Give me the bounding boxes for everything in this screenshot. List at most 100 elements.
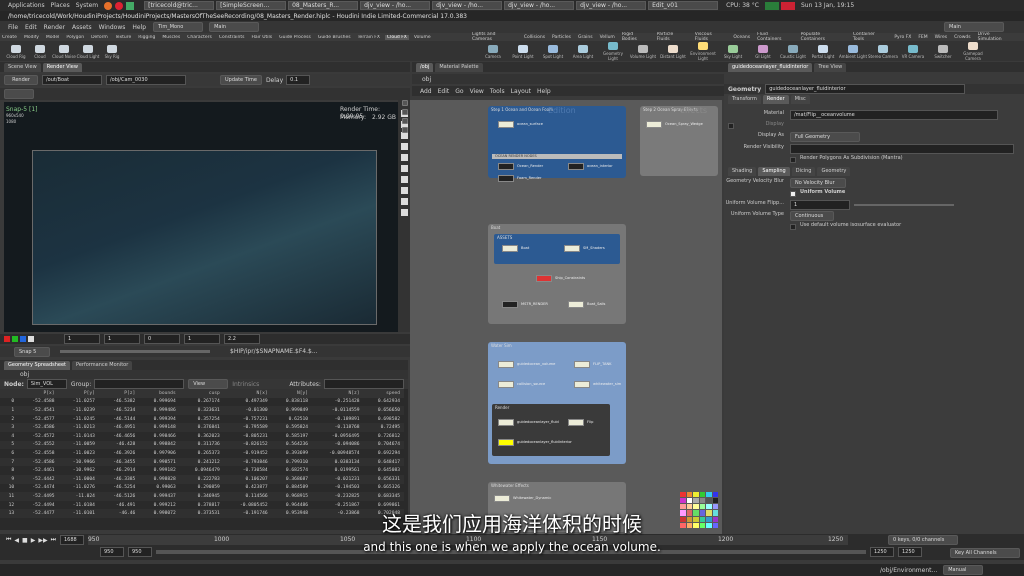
update-time-button[interactable]: Update Time bbox=[220, 75, 262, 85]
color-swatch[interactable] bbox=[686, 492, 692, 498]
red-channel-icon[interactable] bbox=[4, 336, 10, 342]
chrome-icon[interactable] bbox=[115, 1, 124, 10]
shelf-tool-button[interactable]: Sky Light bbox=[718, 44, 748, 59]
node-ocean-spray[interactable]: Ocean_Spray_Wedge bbox=[646, 120, 703, 128]
material-field[interactable]: /mat/Flip__oceanvolume bbox=[790, 110, 998, 120]
shelf-tab[interactable]: Grains bbox=[576, 35, 595, 40]
table-row[interactable]: 8 -52.4461 -10.9962 -46.2914 0.999182 0.09464… bbox=[0, 466, 404, 475]
color-swatch[interactable] bbox=[680, 498, 686, 504]
tab-scene-view[interactable]: Scene View bbox=[4, 62, 41, 72]
shelf-tool-button[interactable]: VR Camera bbox=[898, 44, 928, 59]
group-field[interactable] bbox=[94, 379, 185, 389]
table-row[interactable]: 1 -52.4541 -11.0239 -46.5234 0.999486 0.32363… bbox=[0, 406, 404, 415]
shelf-tool-button[interactable]: Cloud Light bbox=[76, 44, 100, 59]
shelf-tool-button[interactable]: Switcher bbox=[928, 44, 958, 59]
render-subbox[interactable]: Render bbox=[492, 404, 610, 456]
shelf-tool-button[interactable]: Distant Light bbox=[658, 44, 688, 59]
net-menu-add[interactable]: Add bbox=[420, 88, 432, 95]
node-whitewater-dynamic[interactable]: Whitewater_Dynamic bbox=[494, 494, 551, 502]
column-header[interactable]: speed bbox=[363, 389, 404, 398]
shelf-tab[interactable]: Particles bbox=[550, 35, 573, 40]
node-ocean-interior[interactable]: ocean_interior bbox=[568, 162, 613, 170]
column-header[interactable]: N[x] bbox=[223, 389, 272, 398]
shelf-tab[interactable]: Texture bbox=[113, 35, 133, 40]
network-box[interactable]: Step 2 Ocean Spray Effects effects Ocean… bbox=[640, 106, 718, 176]
tab-geometry-spreadsheet[interactable]: Geometry Spreadsheet bbox=[4, 360, 71, 370]
column-header[interactable]: cusp bbox=[179, 389, 224, 398]
column-header[interactable] bbox=[0, 389, 19, 398]
task-button[interactable]: [SimpleScreen... bbox=[216, 1, 287, 10]
color-swatch[interactable] bbox=[693, 492, 699, 498]
menu-system[interactable]: System bbox=[76, 2, 98, 9]
lut-field[interactable]: 0 bbox=[144, 334, 180, 344]
update-mode-dropdown[interactable]: Manual bbox=[943, 565, 984, 575]
column-header[interactable]: N[z] bbox=[312, 389, 364, 398]
shelf-tab[interactable]: Characters bbox=[185, 35, 214, 40]
network-box[interactable]: Step 1 Ocean and Ocean Foam Edition ocea… bbox=[488, 106, 626, 182]
menu-places[interactable]: Places bbox=[51, 2, 70, 9]
attributes-field[interactable] bbox=[323, 379, 404, 389]
shelf-tab[interactable]: Deform bbox=[89, 35, 110, 40]
menu-assets[interactable]: Assets bbox=[72, 24, 92, 31]
shelf-tool-button[interactable]: Volume Light bbox=[628, 44, 658, 59]
shelf-tab[interactable]: Rigging bbox=[136, 35, 157, 40]
shelf-tab[interactable]: Constraints bbox=[217, 35, 247, 40]
net-menu-help[interactable]: Help bbox=[537, 88, 551, 95]
menu-windows[interactable]: Windows bbox=[99, 24, 126, 31]
color-swatch[interactable] bbox=[686, 498, 692, 504]
green-channel-icon[interactable] bbox=[12, 336, 18, 342]
shelf-tool-button[interactable]: Cloud bbox=[28, 44, 52, 59]
table-row[interactable]: 3 -52.4586 -11.0213 -46.4951 0.999148 0.37684… bbox=[0, 423, 404, 432]
node-ocean-surface[interactable]: ocean_surface bbox=[498, 120, 543, 128]
render-viewport[interactable]: Snap-5 [1] 960x540 1080 Render Time: 0:0… bbox=[4, 102, 398, 332]
shelf-tool-button[interactable]: Cloud Rig bbox=[4, 44, 28, 59]
rop-path-field[interactable]: /out/Boat bbox=[42, 75, 102, 85]
column-header[interactable]: P[y] bbox=[58, 389, 99, 398]
shelf-tool-button[interactable]: Sky Rig bbox=[100, 44, 124, 59]
camera-path-field[interactable]: /obj/Cam_0030 bbox=[106, 75, 186, 85]
shelf-tab[interactable]: Model bbox=[44, 35, 62, 40]
tab-render[interactable]: Render bbox=[762, 94, 789, 104]
table-row[interactable]: 4 -52.4572 -11.0143 -46.4656 0.998466 0.36202… bbox=[0, 432, 404, 441]
view-dropdown[interactable]: View bbox=[188, 379, 229, 389]
color-swatch[interactable] bbox=[706, 498, 712, 504]
task-button[interactable]: djv_view - /ho... bbox=[432, 1, 503, 10]
column-header[interactable]: P[z] bbox=[98, 389, 140, 398]
net-menu-tools[interactable]: Tools bbox=[490, 88, 505, 95]
menu-file[interactable]: File bbox=[8, 24, 18, 31]
tab-sampling[interactable]: Sampling bbox=[758, 166, 790, 176]
menu-edit[interactable]: Edit bbox=[25, 24, 37, 31]
shelf-tab[interactable]: Guide Process bbox=[277, 35, 313, 40]
shelf-tab[interactable]: Oceans bbox=[731, 35, 752, 40]
shelf-tab[interactable]: Terrain FX bbox=[356, 35, 382, 40]
net-menu-view[interactable]: View bbox=[470, 88, 484, 95]
network-box[interactable]: Boat ASSETS Boat SM_Shaders Ship_Constra… bbox=[488, 224, 626, 324]
display-checkbox[interactable] bbox=[728, 123, 734, 129]
table-row[interactable]: 7 -52.4586 -10.9966 -46.3455 0.998571 0.24121… bbox=[0, 457, 404, 467]
task-button[interactable]: [tricecold@tric... bbox=[144, 1, 215, 10]
network-box[interactable]: Water Sim guidedocean_volume FLIP_TANK c… bbox=[488, 342, 626, 464]
snap-dropdown[interactable]: Snap 5 bbox=[14, 346, 50, 357]
shelf-tab[interactable]: Wires bbox=[933, 35, 949, 40]
shelf-tool-button[interactable]: Stereo Camera bbox=[868, 44, 898, 59]
tool-icon[interactable] bbox=[401, 118, 408, 124]
table-row[interactable]: 0 -52.4588 -11.0257 -46.5382 0.999694 0.26717… bbox=[0, 398, 404, 407]
node-field[interactable]: Sim_VOL bbox=[26, 379, 67, 389]
shelf-tab[interactable]: Polygon bbox=[64, 35, 86, 40]
task-button[interactable]: djv_view - /ho... bbox=[360, 1, 431, 10]
tab-parameters[interactable]: guidedoceanlayer_fluidinterior bbox=[728, 62, 813, 72]
uniform-flipped-slider[interactable] bbox=[854, 204, 954, 206]
shelf-tool-button[interactable]: Camera bbox=[478, 44, 508, 59]
tab-geometry[interactable]: Geometry bbox=[817, 166, 851, 176]
render-button[interactable]: Render bbox=[4, 75, 38, 85]
default-evaluator-checkbox[interactable] bbox=[790, 224, 796, 230]
node-boat-sails[interactable]: Boat_Sails bbox=[568, 300, 605, 308]
color-swatch[interactable] bbox=[699, 492, 705, 498]
shelf-tab[interactable]: Muscles bbox=[160, 35, 182, 40]
menu-render[interactable]: Render bbox=[44, 24, 65, 31]
node-flip-render[interactable]: Flip bbox=[568, 418, 593, 426]
tab-dicing[interactable]: Dicing bbox=[791, 166, 816, 176]
shelf-tab[interactable]: Hair Utils bbox=[250, 35, 275, 40]
shelf-tab[interactable]: Guide Brushes bbox=[316, 35, 353, 40]
column-header[interactable]: N[y] bbox=[271, 389, 313, 398]
